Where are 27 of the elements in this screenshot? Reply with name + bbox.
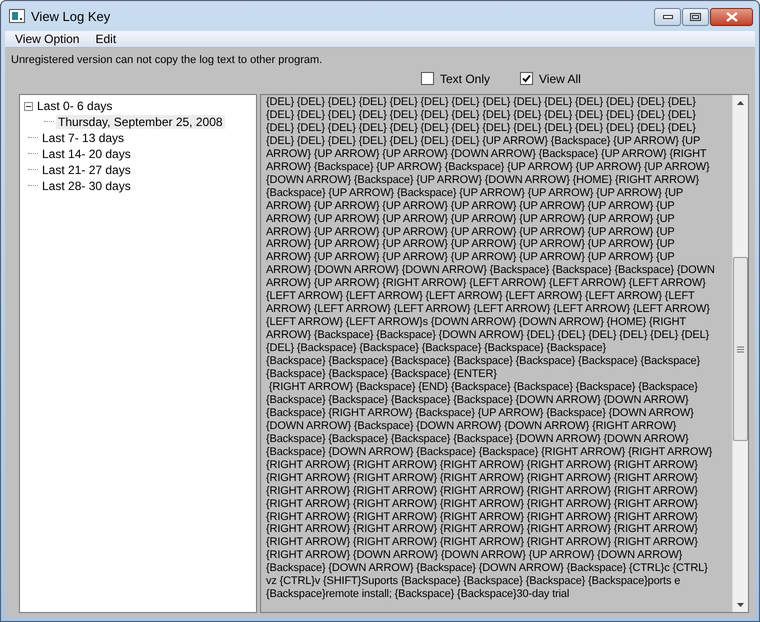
maximize-button[interactable] xyxy=(682,8,709,26)
grip-icon xyxy=(737,346,744,352)
checkbox[interactable] xyxy=(421,72,434,85)
window-title: View Log Key xyxy=(31,8,112,24)
tree-item[interactable]: Last 28- 30 days xyxy=(40,179,133,193)
close-button[interactable] xyxy=(710,8,753,26)
app-icon xyxy=(9,9,25,23)
menu-item[interactable]: Edit xyxy=(87,32,124,46)
collapse-toggle-icon[interactable] xyxy=(24,102,33,110)
minimize-icon xyxy=(662,15,672,19)
tree-item[interactable]: Thursday, September 25, 2008 xyxy=(56,115,225,129)
menu-item[interactable]: View Option xyxy=(7,32,88,46)
notice-text: Unregistered version can not copy the log text to other program. xyxy=(11,54,324,68)
minimize-button[interactable] xyxy=(654,8,681,26)
check-icon xyxy=(522,74,532,83)
checkbox-label[interactable]: View All xyxy=(539,72,581,86)
checkbox[interactable] xyxy=(520,72,534,85)
tree-item[interactable]: Last 7- 13 days xyxy=(40,131,126,145)
scroll-up-icon[interactable] xyxy=(737,100,744,104)
tree-item[interactable]: Last 21- 27 days xyxy=(40,163,133,177)
maximize-icon xyxy=(690,13,701,21)
close-icon xyxy=(726,12,738,22)
checkbox-label[interactable]: Text Only xyxy=(440,72,490,86)
tree-item[interactable]: Last 0- 6 days xyxy=(35,99,114,113)
log-text: {DEL} {DEL} {DEL} {DEL} {DEL} {DEL} {DEL} {DEL} {DEL} {DEL} {DEL} {DEL} {DEL} {DEL} {DEL} {DEL} {DEL} {DEL} {DEL} {DEL} {DEL} {DEL} {DEL} {DEL} {DEL} {DEL} {DEL} {DEL} {DEL} {DEL} {DEL} {DEL} {DEL} {DEL} {DEL} {DEL} {DEL} {DEL} {DEL} {DEL} {DEL} {DEL} {DEL} {DEL} {DEL} {DEL} {DEL} {DEL} {DEL} {UP ARROW} {Backspace} {UP ARROW} {UP ARROW} {UP ARROW} {UP ARROW} {DOWN ARROW} {Backspace} {UP ARROW} {RIGHT ARROW} {Backspace} {UP ARROW} {Backspace} {UP ARROW} {UP ARROW} {UP ARROW} {DOWN ARROW} {Backspace} {UP ARROW} {DOWN ARROW} {HOME} {RIGHT ARROW} {Backspace} {UP ARROW} {Backspace} {UP ARROW} {UP ARROW} {UP ARROW} {UP ARROW} {UP ARROW} {UP ARROW} {UP ARROW} {UP ARROW} {UP ARROW} {UP ARROW} {UP ARROW} {UP ARROW} {UP ARROW} {UP ARROW} {UP ARROW} {UP ARROW} {UP ARROW} {UP ARROW} {UP ARROW} {UP ARROW} {UP ARROW} {UP ARROW} {UP ARROW} {UP ARROW} {UP ARROW} {UP ARROW} {UP ARROW} {UP ARROW} {UP ARROW} {UP ARROW} {UP ARROW} {UP ARROW} {UP ARROW} {UP ARROW} {DOWN ARROW} {DOWN ARROW} {Backspace} {Backspace} {Backspace} {DOWN ARROW} {UP ARROW} {RIGHT ARROW} {LEFT ARROW} {LEFT ARROW} {LEFT ARROW} {LEFT ARROW} {LEFT ARROW} {LEFT ARROW} {LEFT ARROW} {LEFT ARROW} {LEFT ARROW} {LEFT ARROW} {LEFT ARROW} {LEFT ARROW} {LEFT ARROW} {LEFT ARROW} {LEFT ARROW} {LEFT ARROW}s {DOWN ARROW} {DOWN ARROW} {HOME} {RIGHT ARROW} {Backspace} {Backspace} {DOWN ARROW} {DEL} {DEL} {DEL} {DEL} {DEL} {DEL} {DEL} {Backspace} {Backspace} {Backspace} {Backspace} {Backspace} {Backspace} {Backspace} {Backspace} {Backspace} {Backspace} {Backspace} {Backspace} {Backspace} {Backspace} {Backspace} {ENTER} {RIGHT ARROW} {Backspace} {END} {Backspace} {Backspace} {Backspace} {Backspace} {Backspace} {Backspace} {Backspace} {Backspace} {DOWN ARROW} {DOWN ARROW} {Backspace} {RIGHT ARROW} {Backspace} {UP ARROW} {Backspace} {DOWN ARROW} {DOWN ARROW} {Backspace} {DOWN ARROW} {DOWN ARROW} {RIGHT ARROW} {Backspace} {Backspace} {Backspace} {Backspace} {DOWN ARROW} {DOWN ARROW} {Backspace} {DOWN ARROW} {Backspace} {Backspace} {RIGHT ARROW} {RIGHT ARROW} {RIGHT ARROW} {RIGHT ARROW} {RIGHT ARROW} {RIGHT ARROW} {RIGHT ARROW} {RIGHT ARROW} {RIGHT ARROW} {RIGHT ARROW} {RIGHT ARROW} {RIGHT ARROW} {RIGHT ARROW} {RIGHT ARROW} {RIGHT ARROW} {RIGHT ARROW} {RIGHT ARROW} {RIGHT ARROW} {RIGHT ARROW} {RIGHT ARROW} {RIGHT ARROW} {RIGHT ARROW} {RIGHT ARROW} {RIGHT ARROW} {RIGHT ARROW} {RIGHT ARROW} {RIGHT ARROW} {RIGHT ARROW} {RIGHT ARROW} {RIGHT ARROW} {RIGHT ARROW} {RIGHT ARROW} {RIGHT ARROW} {RIGHT ARROW} {RIGHT ARROW} {RIGHT ARROW} {RIGHT ARROW} {RIGHT ARROW} {DOWN ARROW} {DOWN ARROW} {UP ARROW} {DOWN ARROW} {Backspace} {DOWN ARROW} {Backspace} {DOWN ARROW} {Backspace} {CTRL}c {CTRL} vz {CTRL}v {SHIFT}Suports {Backspace} {Backspace} {Backspace} {Backspace}ports e {Backspace}remote install; {Backspace} {Backspace}30-day trial xyxy=(265,95,716,602)
scroll-down-icon[interactable] xyxy=(737,602,744,606)
tree-item[interactable]: Last 14- 20 days xyxy=(40,147,133,161)
